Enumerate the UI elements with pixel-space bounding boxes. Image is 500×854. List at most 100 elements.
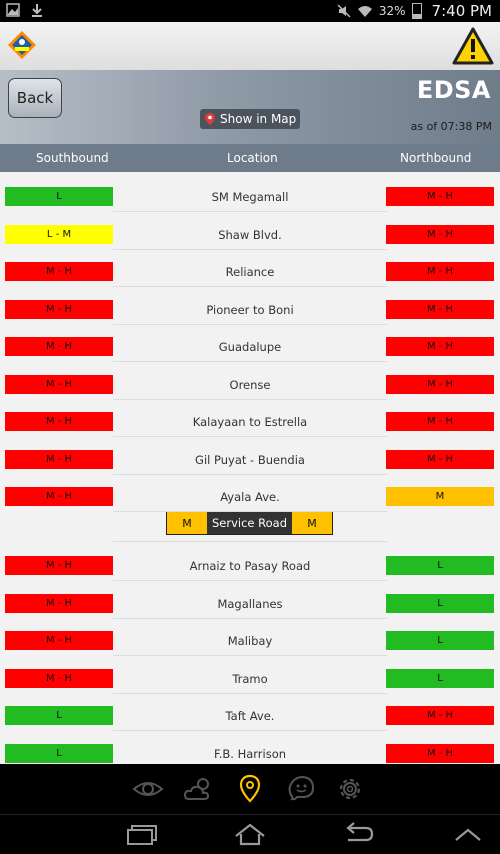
service-road-southbound: M	[167, 512, 207, 534]
northbound-status: L	[386, 669, 494, 688]
northbound-status: M - H	[386, 706, 494, 725]
road-header: Back Show in Map EDSA as of 07:38 PM	[0, 70, 500, 144]
table-row[interactable]: M - H Pioneer to Boni M - H	[0, 288, 500, 325]
table-row[interactable]: M - H Orense M - H	[0, 363, 500, 400]
location-name: Magallanes	[217, 597, 283, 611]
southbound-status: M - H	[5, 487, 113, 506]
table-row[interactable]: L Taft Ave. M - H	[0, 694, 500, 731]
divider	[113, 730, 387, 731]
northbound-status: M	[386, 487, 494, 506]
northbound-status: L	[386, 556, 494, 575]
location-name: Shaw Blvd.	[218, 228, 282, 242]
northbound-status: M - H	[386, 225, 494, 244]
location-name: Arnaiz to Pasay Road	[189, 559, 311, 573]
system-nav	[0, 814, 500, 854]
southbound-header: Southbound	[36, 151, 109, 165]
location-header: Location	[227, 151, 278, 165]
location-name: Kalayaan to Estrella	[192, 415, 308, 429]
battery-icon	[411, 3, 422, 19]
clock: 7:40 PM	[431, 2, 492, 20]
chevron-up-icon[interactable]	[450, 822, 486, 846]
southbound-status: L - M	[5, 225, 113, 244]
traffic-list[interactable]: M Service Road M L SM Megamall M - H L - M S…	[0, 172, 500, 769]
southbound-status: M - H	[5, 300, 113, 319]
northbound-status: L	[386, 594, 494, 613]
road-title: EDSA	[416, 76, 491, 104]
service-road-label: Service Road	[207, 512, 292, 534]
mute-icon	[337, 4, 351, 18]
southbound-status: M - H	[5, 669, 113, 688]
show-in-map-button[interactable]: Show in Map	[200, 109, 300, 129]
southbound-status: M - H	[5, 556, 113, 575]
table-row[interactable]: M - H Guadalupe M - H	[0, 325, 500, 362]
table-row[interactable]: L SM Megamall M - H	[0, 175, 500, 212]
northbound-status: M - H	[386, 300, 494, 319]
southbound-status: M - H	[5, 337, 113, 356]
divider	[113, 655, 387, 656]
northbound-status: M - H	[386, 744, 494, 763]
waze-icon[interactable]	[285, 773, 317, 805]
table-row[interactable]: M - H Kalayaan to Estrella M - H	[0, 400, 500, 437]
back-button[interactable]: Back	[8, 78, 62, 118]
service-road-northbound: M	[292, 512, 332, 534]
location-name: Reliance	[225, 265, 275, 279]
image-icon	[6, 3, 20, 17]
northbound-status: M - H	[386, 450, 494, 469]
table-row[interactable]: M - H Arnaiz to Pasay Road L	[0, 544, 500, 581]
eye-icon[interactable]	[132, 773, 164, 805]
show-in-map-label: Show in Map	[220, 112, 297, 126]
location-name: Tramo	[232, 672, 268, 686]
divider	[113, 580, 387, 581]
northbound-status: M - H	[386, 337, 494, 356]
divider	[113, 361, 387, 362]
bottom-nav	[0, 764, 500, 814]
home-icon[interactable]	[232, 822, 268, 846]
northbound-status: M - H	[386, 375, 494, 394]
southbound-status: L	[5, 744, 113, 763]
location-name: Taft Ave.	[225, 709, 275, 723]
location-pin-icon[interactable]	[234, 773, 266, 805]
updated-time: as of 07:38 PM	[410, 120, 492, 133]
location-name: Guadalupe	[218, 340, 282, 354]
southbound-status: L	[5, 706, 113, 725]
southbound-status: M - H	[5, 631, 113, 650]
table-row[interactable]: M - H Reliance M - H	[0, 250, 500, 287]
location-name: Malibay	[227, 634, 273, 648]
battery-percent: 32%	[378, 4, 406, 18]
divider	[113, 286, 387, 287]
ready-logo-icon[interactable]	[6, 29, 38, 61]
column-header: Southbound Location Northbound	[0, 144, 500, 172]
northbound-status: M - H	[386, 187, 494, 206]
southbound-status: M - H	[5, 450, 113, 469]
warning-icon[interactable]	[452, 27, 494, 65]
southbound-status: M - H	[5, 262, 113, 281]
download-icon	[32, 4, 42, 17]
southbound-status: M - H	[5, 375, 113, 394]
table-row[interactable]: M - H Magallanes L	[0, 582, 500, 619]
status-bar: 32% 7:40 PM	[0, 0, 500, 22]
map-pin-icon	[205, 113, 215, 125]
recent-apps-icon[interactable]	[124, 822, 160, 846]
location-name: SM Megamall	[211, 190, 289, 204]
divider	[113, 436, 387, 437]
location-name: Ayala Ave.	[220, 490, 280, 504]
southbound-status: M - H	[5, 594, 113, 613]
location-name: F.B. Harrison	[213, 747, 287, 761]
northbound-header: Northbound	[400, 151, 472, 165]
back-arrow-icon[interactable]	[340, 822, 376, 846]
table-row[interactable]: M - H Malibay L	[0, 619, 500, 656]
southbound-status: M - H	[5, 412, 113, 431]
service-road-indicator[interactable]: M Service Road M	[166, 511, 333, 535]
table-row[interactable]: M - H Ayala Ave. M	[0, 475, 500, 512]
table-row[interactable]: L - M Shaw Blvd. M - H	[0, 213, 500, 250]
service-road-row[interactable]: M Service Road M	[0, 509, 500, 542]
settings-gear-icon[interactable]	[334, 773, 366, 805]
table-row[interactable]: M - H Gil Puyat - Buendia M - H	[0, 438, 500, 475]
location-name: Pioneer to Boni	[206, 303, 294, 317]
divider	[113, 541, 387, 542]
northbound-status: L	[386, 631, 494, 650]
weather-icon[interactable]	[183, 773, 215, 805]
table-row[interactable]: M - H Tramo L	[0, 657, 500, 694]
location-name: Orense	[229, 378, 271, 392]
divider	[113, 511, 387, 512]
